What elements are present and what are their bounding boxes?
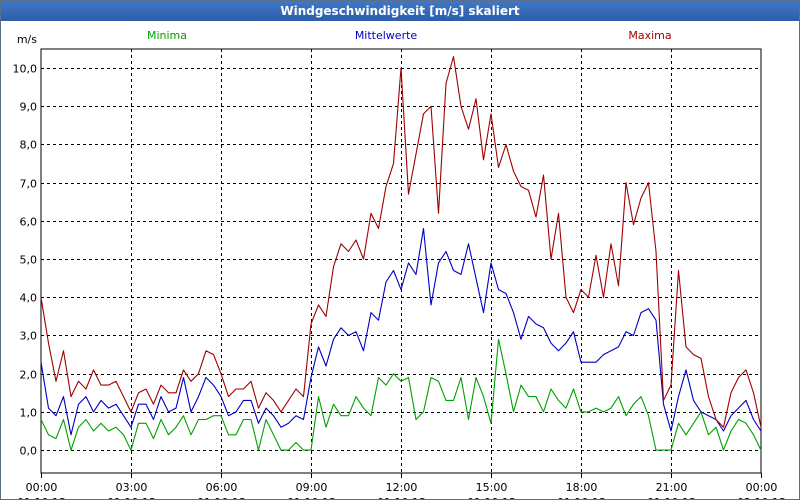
x-tick-time: 18:00 <box>566 481 598 494</box>
y-tick-label: 3,0 <box>20 330 38 343</box>
x-tick-date: 01.10.13 <box>287 496 336 499</box>
x-tick-time: 03:00 <box>116 481 148 494</box>
wind-speed-chart: 0,0 1,0 2,0 3,0 4,0 5,0 6,0 7,0 8,0 9,0 10,0 m/s 00:… <box>13 29 786 499</box>
y-tick-label: 6,0 <box>20 216 38 229</box>
y-tick-label: 7,0 <box>20 178 38 191</box>
x-tick-date: 02.10.13 <box>737 496 786 499</box>
legend-minima: Minima <box>147 29 187 42</box>
y-tick-label: 0,0 <box>20 445 38 458</box>
x-tick-date: 01.10.13 <box>107 496 156 499</box>
chart-window: Windgeschwindigkeit [m/s] skaliert 0,0 1,… <box>0 0 800 500</box>
x-tick-time: 09:00 <box>296 481 328 494</box>
x-tick-date: 01.10.13 <box>17 496 66 499</box>
x-tick-time: 12:00 <box>386 481 418 494</box>
x-tick-time: 21:00 <box>656 481 688 494</box>
y-tick-label: 5,0 <box>20 254 38 267</box>
x-tick-date: 01.10.13 <box>647 496 696 499</box>
x-tick-date: 01.10.13 <box>557 496 606 499</box>
x-tick-date: 01.10.13 <box>197 496 246 499</box>
legend-maxima: Maxima <box>628 29 671 42</box>
y-axis-unit: m/s <box>17 33 37 46</box>
x-tick-time: 00:00 <box>26 481 58 494</box>
x-tick-date: 01.10.13 <box>467 496 516 499</box>
y-tick-label: 10,0 <box>13 63 38 76</box>
y-tick-label: 4,0 <box>20 292 38 305</box>
x-tick-date: 01.10.13 <box>377 496 426 499</box>
y-tick-label: 8,0 <box>20 139 38 152</box>
x-tick-time: 06:00 <box>206 481 238 494</box>
x-tick-time: 15:00 <box>476 481 508 494</box>
y-tick-label: 2,0 <box>20 369 38 382</box>
y-tick-label: 1,0 <box>20 407 38 420</box>
y-tick-label: 9,0 <box>20 101 38 114</box>
x-tick-time: 00:00 <box>746 481 778 494</box>
window-title: Windgeschwindigkeit [m/s] skaliert <box>1 1 799 21</box>
legend-mittelwerte: Mittelwerte <box>355 29 418 42</box>
